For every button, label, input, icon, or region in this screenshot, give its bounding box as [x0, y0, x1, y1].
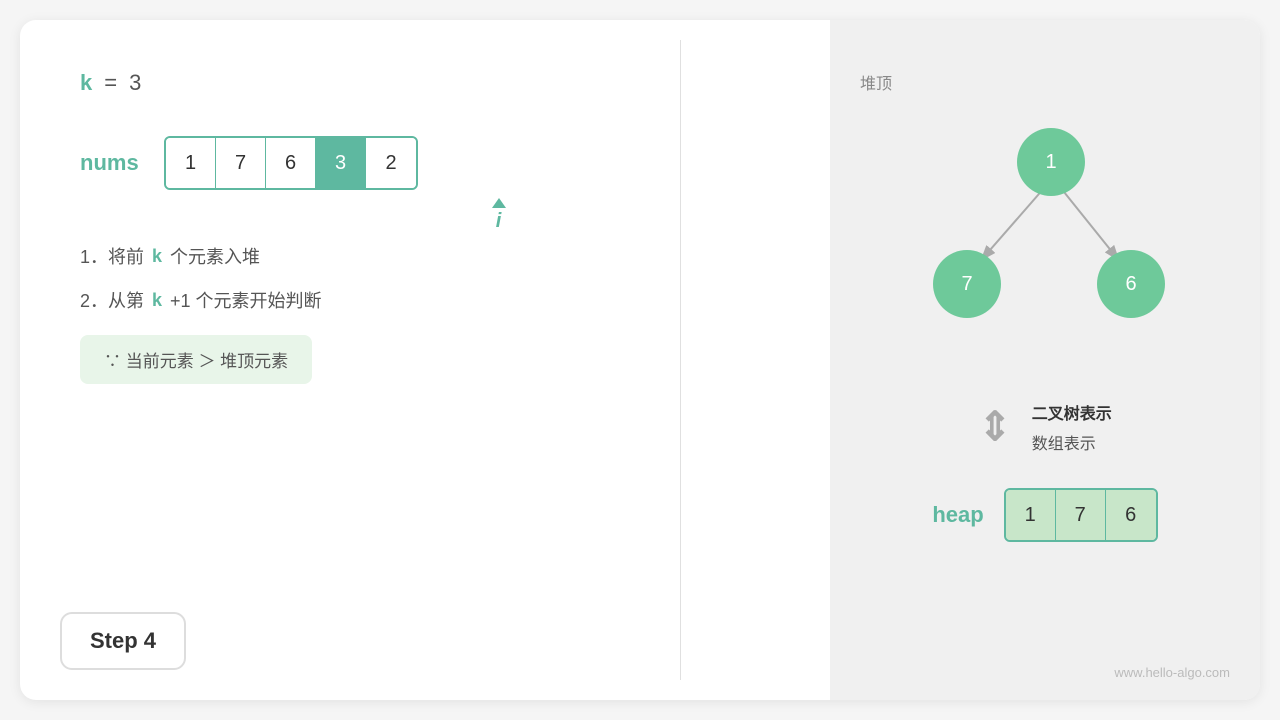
heap-array: 1 7 6 — [1004, 488, 1158, 542]
heap-label: heap — [932, 502, 983, 528]
array-cell-3: 3 — [316, 138, 366, 188]
main-container: k = 3 nums 1 7 6 3 2 i 1．将前 k 个元素入堆 — [20, 20, 1260, 700]
heap-cell-0: 1 — [1006, 490, 1056, 540]
step-1-k: k — [152, 246, 162, 267]
heap-cell-2: 6 — [1106, 490, 1156, 540]
step-2: 2．从第 k +1 个元素开始判断 — [80, 287, 770, 313]
tree-node-root-label: 1 — [1045, 151, 1056, 173]
step-1-prefix: 1．将前 — [80, 243, 144, 269]
nums-label: nums — [80, 150, 140, 176]
right-panel: 堆顶 1 7 6 — [830, 20, 1260, 700]
steps-section: 1．将前 k 个元素入堆 2．从第 k +1 个元素开始判断 ∵ 当前元素 ＞ … — [80, 243, 770, 384]
tree-node-left-label: 7 — [961, 273, 972, 295]
heap-top-label: 堆顶 — [860, 70, 892, 94]
array-cell-0: 1 — [166, 138, 216, 188]
condition-box: ∵ 当前元素 ＞ 堆顶元素 — [80, 335, 312, 384]
k-variable: k — [80, 70, 92, 96]
toggle-label-tree[interactable]: 二叉树表示 — [1032, 400, 1112, 424]
arrow-up-icon — [492, 198, 506, 208]
left-panel: k = 3 nums 1 7 6 3 2 i 1．将前 k 个元素入堆 — [20, 20, 830, 700]
toggle-section: ⇕ 二叉树表示 数组表示 — [978, 400, 1112, 454]
heap-cell-1: 7 — [1056, 490, 1106, 540]
tree-edge-right — [1060, 187, 1117, 258]
index-pointer: i — [227, 198, 770, 233]
step-2-k: k — [152, 290, 162, 311]
heap-array-row: heap 1 7 6 — [932, 488, 1157, 542]
array-cell-1: 7 — [216, 138, 266, 188]
step-button[interactable]: Step 4 — [60, 612, 186, 670]
step-2-prefix: 2．从第 — [80, 287, 144, 313]
divider — [680, 40, 681, 680]
array-cell-2: 6 — [266, 138, 316, 188]
tree-edge-left — [983, 187, 1045, 258]
tree-section: 1 7 6 — [860, 60, 1230, 370]
step-1-suffix: 个元素入堆 — [170, 243, 260, 269]
k-line: k = 3 — [80, 70, 770, 96]
array-cell-4: 2 — [366, 138, 416, 188]
condition-text: ∵ 当前元素 ＞ 堆顶元素 — [104, 347, 288, 372]
nums-array: 1 7 6 3 2 — [164, 136, 418, 190]
tree-node-right-label: 6 — [1125, 273, 1136, 295]
nums-row: nums 1 7 6 3 2 — [80, 136, 770, 190]
toggle-arrow-icon[interactable]: ⇕ — [978, 404, 1012, 450]
step-2-suffix: +1 个元素开始判断 — [170, 287, 322, 313]
index-label: i — [496, 210, 502, 233]
k-value: 3 — [129, 70, 141, 96]
watermark: www.hello-algo.com — [1114, 665, 1230, 680]
tree-svg: 1 7 6 — [855, 80, 1235, 370]
toggle-label-array[interactable]: 数组表示 — [1032, 430, 1112, 454]
equals-sign: = — [104, 70, 117, 96]
step-1: 1．将前 k 个元素入堆 — [80, 243, 770, 269]
toggle-labels: 二叉树表示 数组表示 — [1032, 400, 1112, 454]
